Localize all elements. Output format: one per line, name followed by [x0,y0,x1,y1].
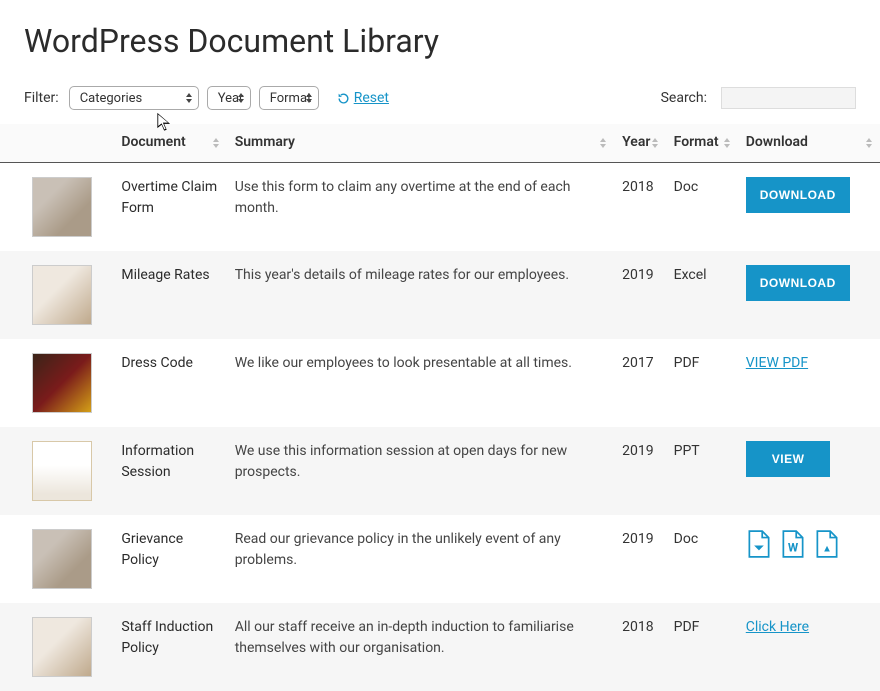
summary-cell: All our staff receive an in-depth induct… [227,603,614,691]
sort-icon [724,138,730,148]
reset-label: Reset [354,90,389,106]
column-download[interactable]: Download [738,124,880,163]
format-cell: Excel [666,251,738,339]
filter-categories-value: Categories [80,91,143,106]
document-name: Staff Induction Policy [113,603,226,691]
image-file-icon[interactable]: ▲ [814,529,840,559]
thumbnail[interactable] [32,529,92,589]
download-link[interactable]: VIEW PDF [746,355,808,371]
format-cell: Doc [666,163,738,252]
column-summary[interactable]: Summary [227,124,614,163]
document-name: Grievance Policy [113,515,226,603]
download-cell: DOWNLOAD [738,163,880,252]
column-year[interactable]: Year [614,124,666,163]
document-name: Information Session [113,427,226,515]
thumbnail[interactable] [32,265,92,325]
download-cell: Click Here [738,603,880,691]
year-cell: 2017 [614,339,666,427]
download-button[interactable]: DOWNLOAD [746,177,850,213]
table-row: Mileage RatesThis year's details of mile… [0,251,880,339]
format-cell: Doc [666,515,738,603]
updown-icon [238,93,244,103]
document-table: Document Summary Year Format Download Ov… [0,124,880,691]
format-cell: PPT [666,427,738,515]
table-row: Staff Induction PolicyAll our staff rece… [0,603,880,691]
document-name: Mileage Rates [113,251,226,339]
view-button[interactable]: VIEW [746,441,831,477]
format-cell: PDF [666,339,738,427]
year-cell: 2019 [614,515,666,603]
sort-icon [600,138,606,148]
sort-icon [213,138,219,148]
controls-row: Filter: Categories Year Format Reset Sea… [0,86,880,110]
updown-icon [186,93,192,103]
document-name: Overtime Claim Form [113,163,226,252]
svg-text:W: W [788,541,799,555]
download-link[interactable]: Click Here [746,619,809,635]
column-format[interactable]: Format [666,124,738,163]
thumbnail[interactable] [32,617,92,677]
year-cell: 2019 [614,251,666,339]
table-row: Information SessionWe use this informati… [0,427,880,515]
reset-icon [337,92,350,105]
sort-icon [652,138,658,148]
year-cell: 2019 [614,427,666,515]
table-row: Dress CodeWe like our employees to look … [0,339,880,427]
column-thumbnail [0,124,113,163]
thumbnail[interactable] [32,353,92,413]
filter-format-select[interactable]: Format [259,86,319,110]
column-document[interactable]: Document [113,124,226,163]
pdf-file-icon[interactable]: ⏷ [746,529,772,559]
download-cell: DOWNLOAD [738,251,880,339]
summary-cell: We like our employees to look presentabl… [227,339,614,427]
year-cell: 2018 [614,163,666,252]
download-button[interactable]: DOWNLOAD [746,265,850,301]
page-title: WordPress Document Library [24,22,880,60]
download-cell: ⏷ W ▲ [738,515,880,603]
thumbnail[interactable] [32,177,92,237]
summary-cell: This year's details of mileage rates for… [227,251,614,339]
reset-link[interactable]: Reset [337,90,389,106]
filter-categories-select[interactable]: Categories [69,86,199,110]
table-row: Overtime Claim FormUse this form to clai… [0,163,880,252]
summary-cell: Read our grievance policy in the unlikel… [227,515,614,603]
thumbnail[interactable] [32,441,92,501]
svg-text:⏷: ⏷ [753,541,764,555]
filter-year-select[interactable]: Year [207,86,251,110]
document-name: Dress Code [113,339,226,427]
filter-label: Filter: [24,90,59,106]
updown-icon [306,93,312,103]
svg-text:▲: ▲ [822,544,832,555]
format-cell: PDF [666,603,738,691]
search-input[interactable] [721,87,856,109]
summary-cell: We use this information session at open … [227,427,614,515]
search-label: Search: [661,90,707,106]
download-cell: VIEW PDF [738,339,880,427]
year-cell: 2018 [614,603,666,691]
download-cell: VIEW [738,427,880,515]
summary-cell: Use this form to claim any overtime at t… [227,163,614,252]
table-row: Grievance PolicyRead our grievance polic… [0,515,880,603]
word-file-icon[interactable]: W [780,529,806,559]
sort-icon [866,138,872,148]
